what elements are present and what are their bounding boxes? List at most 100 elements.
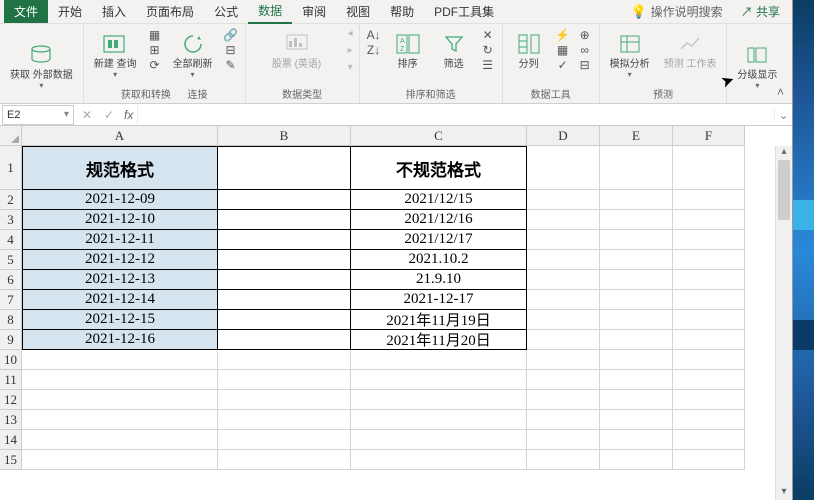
cell-B13[interactable] <box>218 410 351 430</box>
cell-A12[interactable] <box>22 390 218 410</box>
cell-F14[interactable] <box>673 430 745 450</box>
cell-D4[interactable] <box>527 230 600 250</box>
cell-C15[interactable] <box>351 450 527 470</box>
column-header-E[interactable]: E <box>600 126 673 146</box>
get-external-data-button[interactable]: 获取 外部数据 ▾ <box>6 39 77 92</box>
refresh-all-button[interactable]: 全部刷新 ▾ <box>169 28 217 81</box>
cell-E4[interactable] <box>600 230 673 250</box>
outline-button[interactable]: 分级显示 ▾ <box>733 39 781 92</box>
stocks-data-type-button[interactable]: 股票 (英语) <box>252 28 342 72</box>
cell-D1[interactable] <box>527 146 600 190</box>
cell-C8[interactable]: 2021年11月19日 <box>351 310 527 330</box>
cell-B14[interactable] <box>218 430 351 450</box>
tab-data[interactable]: 数据 <box>248 0 292 24</box>
cell-E2[interactable] <box>600 190 673 210</box>
cell-A5[interactable]: 2021-12-12 <box>22 250 218 270</box>
cell-A14[interactable] <box>22 430 218 450</box>
cell-C10[interactable] <box>351 350 527 370</box>
scroll-left-icon[interactable]: ◂ <box>348 28 353 39</box>
cell-B4[interactable] <box>218 230 351 250</box>
cell-E3[interactable] <box>600 210 673 230</box>
sort-button[interactable]: AZ 排序 <box>388 28 428 72</box>
cell-A3[interactable]: 2021-12-10 <box>22 210 218 230</box>
cell-F10[interactable] <box>673 350 745 370</box>
row-header[interactable]: 3 <box>0 210 22 230</box>
cell-E1[interactable] <box>600 146 673 190</box>
column-header-A[interactable]: A <box>22 126 218 146</box>
tell-me-search[interactable]: 操作说明搜索 <box>651 3 733 20</box>
cell-A2[interactable]: 2021-12-09 <box>22 190 218 210</box>
cell-D5[interactable] <box>527 250 600 270</box>
cell-C14[interactable] <box>351 430 527 450</box>
tab-page-layout[interactable]: 页面布局 <box>136 0 204 23</box>
cell-E15[interactable] <box>600 450 673 470</box>
row-header[interactable]: 9 <box>0 330 22 350</box>
tab-pdf-tools[interactable]: PDF工具集 <box>424 0 504 23</box>
column-header-C[interactable]: C <box>351 126 527 146</box>
row-header[interactable]: 10 <box>0 350 22 370</box>
cell-A15[interactable] <box>22 450 218 470</box>
row-header[interactable]: 5 <box>0 250 22 270</box>
cell-B15[interactable] <box>218 450 351 470</box>
cell-E5[interactable] <box>600 250 673 270</box>
cell-D8[interactable] <box>527 310 600 330</box>
cell-C5[interactable]: 2021.10.2 <box>351 250 527 270</box>
sort-asc-icon[interactable]: A↓ <box>366 28 382 42</box>
cell-F8[interactable] <box>673 310 745 330</box>
cell-D11[interactable] <box>527 370 600 390</box>
cell-B1[interactable] <box>218 146 351 190</box>
cell-F9[interactable] <box>673 330 745 350</box>
cell-B2[interactable] <box>218 190 351 210</box>
what-if-button[interactable]: 模拟分析 ▾ <box>606 28 654 81</box>
cell-F11[interactable] <box>673 370 745 390</box>
cell-grid[interactable]: 规范格式不规范格式2021-12-092021/12/152021-12-102… <box>22 146 745 470</box>
row-header[interactable]: 1 <box>0 146 22 190</box>
cell-E14[interactable] <box>600 430 673 450</box>
cell-F7[interactable] <box>673 290 745 310</box>
vertical-scrollbar[interactable]: ▴ ▾ <box>775 146 792 500</box>
advanced-filter-icon[interactable]: ☰ <box>480 58 496 72</box>
row-header[interactable]: 2 <box>0 190 22 210</box>
tab-file[interactable]: 文件 <box>4 0 48 23</box>
cell-D13[interactable] <box>527 410 600 430</box>
new-query-button[interactable]: 新建 查询 ▾ <box>90 28 141 81</box>
show-queries-icon[interactable]: ▦ <box>147 28 163 42</box>
row-header[interactable]: 7 <box>0 290 22 310</box>
cell-F15[interactable] <box>673 450 745 470</box>
consolidate-icon[interactable]: ⊕ <box>577 28 593 42</box>
scroll-right-icon[interactable]: ▸ <box>348 45 353 56</box>
clear-filter-icon[interactable]: ✕ <box>480 28 496 42</box>
cell-C11[interactable] <box>351 370 527 390</box>
expand-gallery-icon[interactable]: ▾ <box>348 62 353 73</box>
cell-D14[interactable] <box>527 430 600 450</box>
select-all-corner[interactable] <box>0 126 22 146</box>
cell-F1[interactable] <box>673 146 745 190</box>
cell-D10[interactable] <box>527 350 600 370</box>
fx-icon[interactable]: fx <box>120 108 137 122</box>
cell-B11[interactable] <box>218 370 351 390</box>
flash-fill-icon[interactable]: ⚡ <box>555 28 571 42</box>
cell-A4[interactable]: 2021-12-11 <box>22 230 218 250</box>
cell-E8[interactable] <box>600 310 673 330</box>
share-button[interactable]: ↗ 共享 <box>733 3 788 20</box>
cell-E6[interactable] <box>600 270 673 290</box>
name-box[interactable]: E2▾ <box>2 105 74 125</box>
cell-E13[interactable] <box>600 410 673 430</box>
cell-C2[interactable]: 2021/12/15 <box>351 190 527 210</box>
cell-C7[interactable]: 2021-12-17 <box>351 290 527 310</box>
row-header[interactable]: 6 <box>0 270 22 290</box>
cell-D3[interactable] <box>527 210 600 230</box>
cell-B5[interactable] <box>218 250 351 270</box>
row-header[interactable]: 13 <box>0 410 22 430</box>
tab-insert[interactable]: 插入 <box>92 0 136 23</box>
remove-duplicates-icon[interactable]: ▦ <box>555 43 571 57</box>
tab-home[interactable]: 开始 <box>48 0 92 23</box>
cell-D9[interactable] <box>527 330 600 350</box>
cell-F13[interactable] <box>673 410 745 430</box>
enter-formula-icon[interactable]: ✓ <box>98 108 120 122</box>
row-header[interactable]: 11 <box>0 370 22 390</box>
tab-review[interactable]: 审阅 <box>292 0 336 23</box>
cell-A9[interactable]: 2021-12-16 <box>22 330 218 350</box>
cell-C13[interactable] <box>351 410 527 430</box>
cell-A1[interactable]: 规范格式 <box>22 146 218 190</box>
